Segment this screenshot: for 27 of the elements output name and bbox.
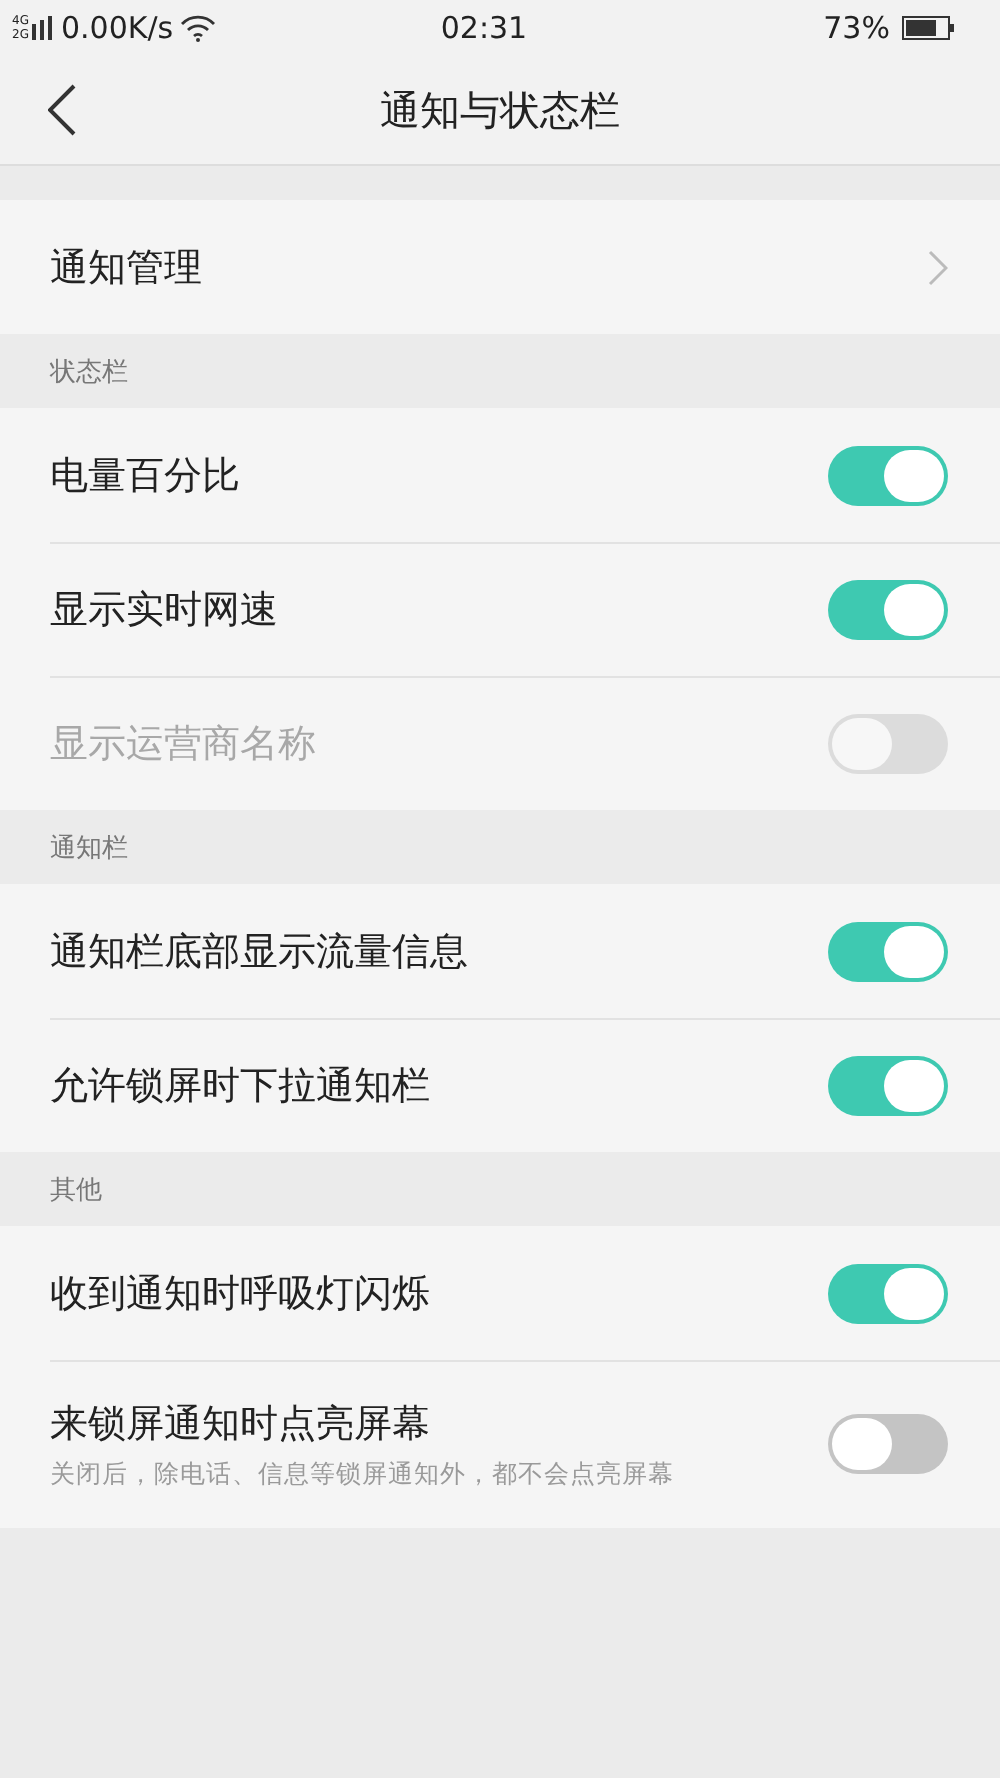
- network-speed: 0.00K/s: [60, 10, 174, 46]
- row-label: 显示实时网速: [50, 585, 280, 635]
- battery-percent: 73%: [823, 10, 890, 46]
- row-label: 收到通知时呼吸灯闪烁: [50, 1269, 432, 1319]
- row-label: 通知栏底部显示流量信息: [50, 927, 470, 977]
- chevron-icon: [928, 249, 948, 285]
- clock: 02:31: [438, 10, 530, 46]
- page-title: 通知与状态栏: [380, 83, 620, 137]
- row-label: 通知管理: [50, 243, 204, 293]
- section-header: 通知栏: [50, 831, 128, 865]
- row-label: 来锁屏通知时点亮屏幕: [50, 1399, 432, 1449]
- wifi-icon: [179, 14, 216, 42]
- toggle-switch[interactable]: [828, 1055, 948, 1115]
- row-label: 允许锁屏时下拉通知栏: [50, 1061, 432, 1111]
- row-description: 关闭后，除电话、信息等锁屏通知外，都不会点亮屏幕: [50, 1457, 676, 1491]
- section-header: 状态栏: [50, 355, 128, 389]
- settings-row[interactable]: 通知管理: [0, 200, 1000, 334]
- row-label: 显示运营商名称: [50, 719, 318, 769]
- battery-icon: [901, 16, 956, 40]
- toggle-switch[interactable]: [828, 1263, 948, 1323]
- signal-icon: [32, 16, 53, 40]
- toggle-switch[interactable]: [828, 445, 948, 505]
- toggle-switch[interactable]: [828, 921, 948, 981]
- toggle-switch[interactable]: [828, 1414, 948, 1474]
- section-header: 其他: [50, 1173, 102, 1207]
- toggle-switch[interactable]: [828, 579, 948, 639]
- row-label: 电量百分比: [50, 451, 242, 501]
